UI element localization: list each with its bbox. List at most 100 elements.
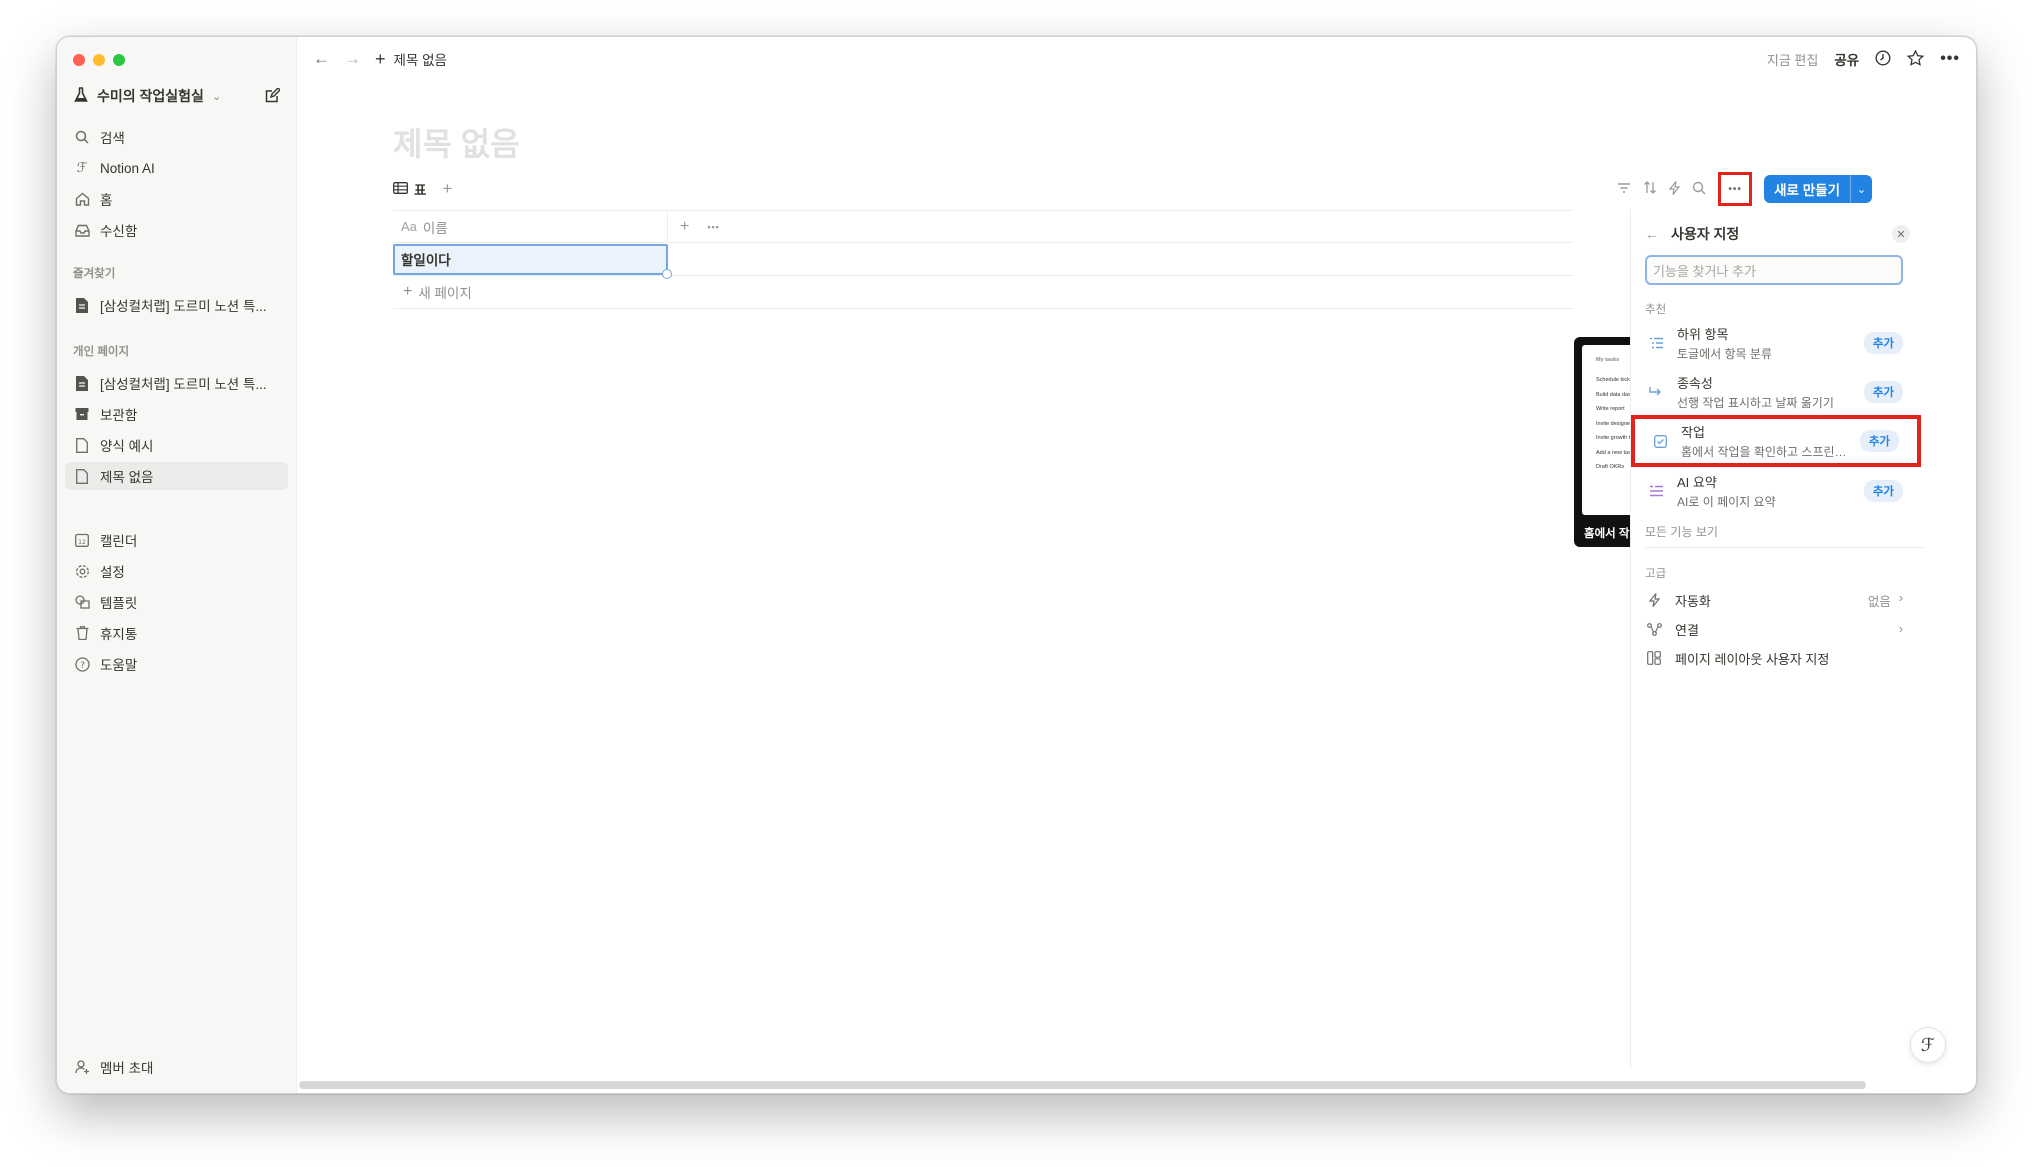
notion-ai-icon: ℱ [76,160,88,175]
feature-item-dependencies[interactable]: 종속성 선행 작업 표시하고 날짜 옮기기 추가 [1645,370,1903,414]
feature-item-sub-items[interactable]: 하위 항목 토글에서 항목 분류 추가 [1645,321,1903,365]
inbox-icon [73,221,91,239]
sidebar-item-form-example[interactable]: 양식 예시 [65,431,288,459]
chevron-down-icon[interactable]: ⌄ [1850,175,1872,203]
back-arrow-icon[interactable]: ← [313,49,330,69]
sidebar-item-trash[interactable]: 휴지통 [65,619,288,647]
feature-name: 종속성 [1677,376,1713,391]
share-button[interactable]: 공유 [1834,49,1859,69]
advanced-item-label: 연결 [1675,622,1699,638]
table-row: 할일이다 [393,243,1573,279]
advanced-item-connections[interactable]: 연결 › [1645,616,1903,642]
view-tab-label: 표 [414,183,427,198]
sidebar-item-favorite-page[interactable]: [삼성컬처랩] 도르미 노션 특... [65,291,288,319]
advanced-item-value: 없음 › [1868,591,1903,610]
sidebar-item-private-page[interactable]: [삼성컬처랩] 도르미 노션 특... [65,369,288,397]
chevron-down-icon: ⌄ [211,90,222,103]
feature-search-input[interactable]: 기능을 찾거나 추가 [1645,255,1903,285]
search-icon [73,128,91,146]
more-columns-icon[interactable]: ••• [707,222,719,232]
sidebar-item-home[interactable]: 홈 [65,185,288,213]
feature-text: AI 요약 AI로 이 페이지 요약 [1677,472,1854,510]
zoom-window-button[interactable] [113,54,125,66]
advanced-item-automation[interactable]: 자동화 없음 › [1645,587,1903,613]
sidebar-item-inbox[interactable]: 수신함 [65,216,288,244]
filter-icon[interactable] [1617,182,1631,197]
sidebar-item-label: 양식 예시 [100,439,154,454]
sidebar-item-label: 홈 [100,193,113,208]
workspace-name: 수미의 작업실험실 [97,88,204,104]
sidebar-item-templates[interactable]: 템플릿 [65,588,288,616]
feature-description: 토글에서 항목 분류 [1677,347,1772,361]
help-circle-icon: ? [73,655,91,673]
column-header-label: 이름 [422,220,448,236]
feature-description: 홈에서 작업을 확인하고 스프린트... [1681,445,1850,459]
sidebar-item-untitled[interactable]: 제목 없음 [65,462,288,490]
name-cell-input[interactable]: 할일이다 [393,243,672,279]
panel-divider [1645,547,1924,548]
sidebar-item-label: 휴지통 [100,627,138,642]
feature-item-ai-summary[interactable]: AI 요약 AI로 이 페이지 요약 추가 [1645,469,1903,513]
add-property-plus-icon[interactable]: + [680,218,689,236]
advanced-item-page-layout[interactable]: 페이지 레이아웃 사용자 지정 [1645,645,1903,671]
advanced-item-label: 페이지 레이아웃 사용자 지정 [1675,651,1830,667]
workspace-switcher[interactable]: 수미의 작업실험실 ⌄ [73,83,282,109]
minimize-window-button[interactable] [93,54,105,66]
add-feature-button[interactable]: 추가 [1863,332,1903,354]
back-arrow-icon[interactable]: ← [1645,226,1659,242]
new-button[interactable]: 새로 만들기 [1764,175,1850,203]
sidebar-item-settings[interactable]: 설정 [65,557,288,585]
sidebar-item-help[interactable]: ? 도움말 [65,650,288,678]
new-page-compose-icon[interactable] [262,86,282,106]
add-view-plus-icon[interactable]: + [442,179,452,199]
sidebar-item-archive[interactable]: 보관함 [65,400,288,428]
sort-icon[interactable] [1643,181,1657,197]
invite-members-button[interactable]: 멤버 초대 [65,1053,288,1081]
table-header-row: Aa 이름 + ••• [393,210,1573,243]
close-window-button[interactable] [73,54,85,66]
more-options-icon[interactable]: ••• [1940,50,1960,68]
breadcrumb[interactable]: + 제목 없음 [375,49,447,70]
sidebar-item-label: 설정 [100,565,125,580]
sidebar-item-label: 보관함 [100,408,138,423]
layout-icon [1645,651,1663,665]
flask-icon [73,86,89,106]
add-feature-button[interactable]: 추가 [1863,480,1903,502]
add-feature-button[interactable]: 추가 [1863,381,1903,403]
home-icon [73,190,91,208]
sidebar-item-search[interactable]: 검색 [65,123,288,151]
column-header-name[interactable]: Aa 이름 [393,211,668,242]
see-all-features-link[interactable]: 모든 기능 보기 [1645,523,1718,540]
private-section-label: 개인 페이지 [73,346,130,358]
sidebar-item-label: [삼성컬처랩] 도르미 노션 특... [100,377,267,392]
sidebar-item-label: 캘린더 [100,534,138,549]
feature-item-tasks[interactable]: 작업 홈에서 작업을 확인하고 스프린트... 추가 [1631,415,1921,467]
top-bar: ← → + 제목 없음 지금 편집 공유 ••• [297,37,1976,81]
sidebar-item-notion-ai[interactable]: ℱ Notion AI [65,154,288,182]
new-page-row-button[interactable]: + 새 페이지 [393,276,1573,309]
tab-table-view[interactable]: 표 [393,179,426,199]
page-title[interactable]: 제목 없음 [393,119,520,165]
customize-panel: ← 사용자 지정 ✕ 기능을 찾거나 추가 추천 하위 항목 토글에서 항목 분… [1630,209,1924,1069]
clock-icon[interactable] [1875,49,1891,69]
sidebar-item-calendar[interactable]: 12 캘린더 [65,526,288,554]
feature-text: 하위 항목 토글에서 항목 분류 [1677,324,1854,362]
column-actions: + ••• [668,218,720,236]
search-icon[interactable] [1692,181,1706,198]
horizontal-scrollbar[interactable] [299,1081,1866,1089]
star-icon[interactable] [1907,48,1925,69]
view-toolbar: ••• 새로 만들기 ⌄ [1617,172,1872,206]
close-icon[interactable]: ✕ [1892,225,1910,243]
advanced-label: 고급 [1645,568,1667,580]
notion-ai-help-button[interactable]: ℱ [1910,1027,1946,1063]
forward-arrow-icon[interactable]: → [344,49,361,69]
view-more-options-button[interactable]: ••• [1718,172,1753,206]
connections-icon [1645,622,1663,636]
page-outline-icon [73,436,91,454]
last-edited-text: 지금 편집 [1766,52,1819,68]
chevron-right-icon: › [1898,590,1903,605]
templates-icon [73,593,91,611]
svg-text:?: ? [80,661,85,671]
add-feature-button[interactable]: 추가 [1859,430,1899,452]
lightning-icon[interactable] [1668,180,1681,198]
